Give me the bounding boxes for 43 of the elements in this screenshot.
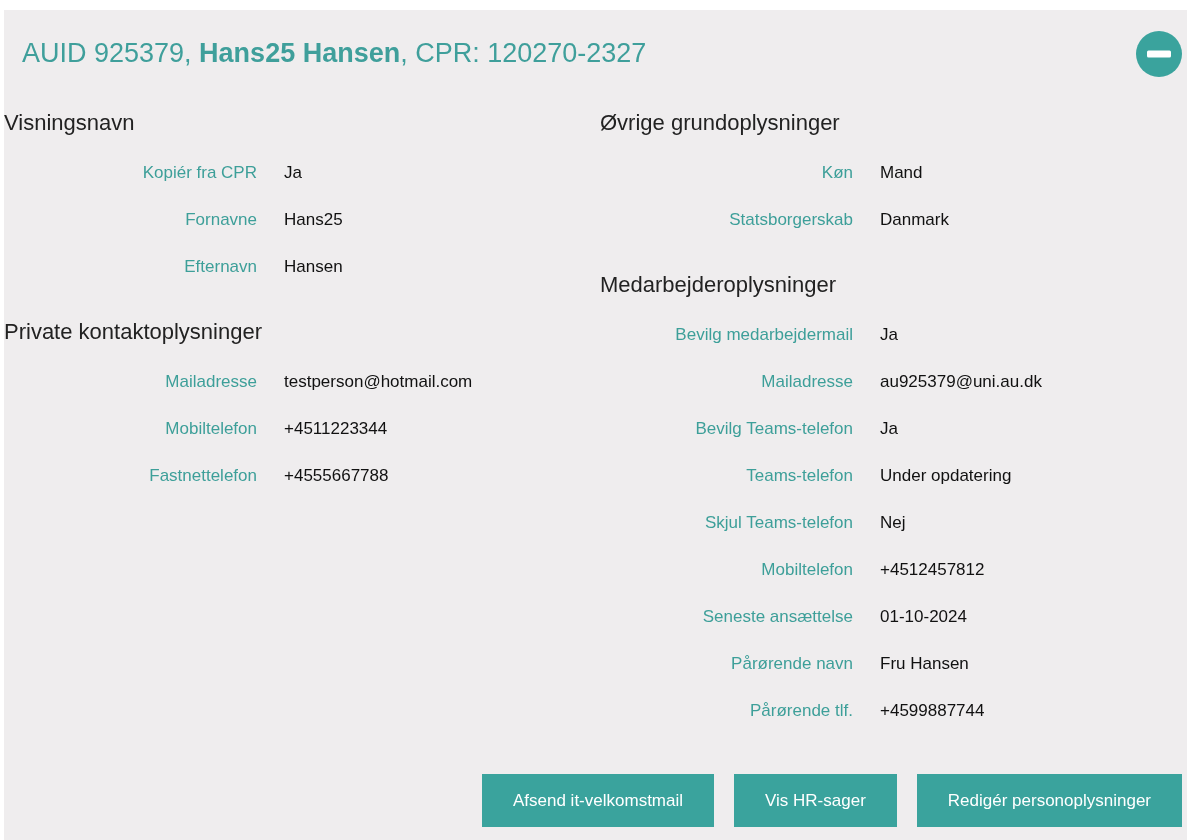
field-label: Bevilg medarbejdermail <box>674 324 853 345</box>
field-value: +4512457812 <box>880 559 985 580</box>
section-heading: Visningsnavn <box>4 109 136 137</box>
field-value: Ja <box>284 162 302 183</box>
field-value: Hans25 <box>284 209 343 230</box>
field-label: Mailadresse <box>760 371 853 392</box>
record-title: AUID 925379, Hans25 Hansen, CPR: 120270-2327 <box>22 38 647 69</box>
field-label: Bevilg Teams-telefon <box>694 418 853 439</box>
field-label: Statsborgerskab <box>728 209 853 230</box>
field-label: Seneste ansættelse <box>701 606 853 627</box>
field-value: +4555667788 <box>284 465 389 486</box>
field-value: +4599887744 <box>880 700 985 721</box>
field-value: 01-10-2024 <box>880 606 967 627</box>
action-button[interactable]: Afsend it-velkomstmail <box>481 774 715 827</box>
field-label: Mobiltelefon <box>760 559 853 580</box>
field-value: Danmark <box>880 209 949 230</box>
field-label: Kopiér fra CPR <box>141 162 257 183</box>
field-value: Hansen <box>284 256 343 277</box>
field-value: Ja <box>880 324 898 345</box>
section-heading: Øvrige grundoplysninger <box>600 109 841 137</box>
action-button[interactable]: Vis HR-sager <box>734 774 897 827</box>
field-label: Pårørende navn <box>730 653 853 674</box>
field-label: Køn <box>820 162 853 183</box>
field-value: Nej <box>880 512 906 533</box>
field-value: +4511223344 <box>284 418 388 439</box>
field-value: Under opdatering <box>880 465 1012 486</box>
field-value: au925379@uni.au.dk <box>880 371 1042 392</box>
field-label: Fornavne <box>184 209 257 230</box>
action-button[interactable]: Redigér personoplysninger <box>916 774 1182 827</box>
section-heading: Private kontaktoplysninger <box>4 318 264 346</box>
field-label: Skjul Teams-telefon <box>703 512 853 533</box>
field-label: Mobiltelefon <box>164 418 257 439</box>
field-label: Teams-telefon <box>745 465 853 486</box>
field-label: Efternavn <box>183 256 257 277</box>
field-label: Pårørende tlf. <box>749 700 853 721</box>
field-value: Fru Hansen <box>880 653 969 674</box>
field-value: testperson@hotmail.com <box>284 371 473 392</box>
field-label: Fastnettelefon <box>148 465 257 486</box>
field-label: Mailadresse <box>164 371 257 392</box>
section-heading: Medarbejderoplysninger <box>600 271 838 299</box>
field-value: Mand <box>880 162 923 183</box>
collapse-icon[interactable] <box>1136 30 1182 77</box>
field-value: Ja <box>880 418 898 439</box>
